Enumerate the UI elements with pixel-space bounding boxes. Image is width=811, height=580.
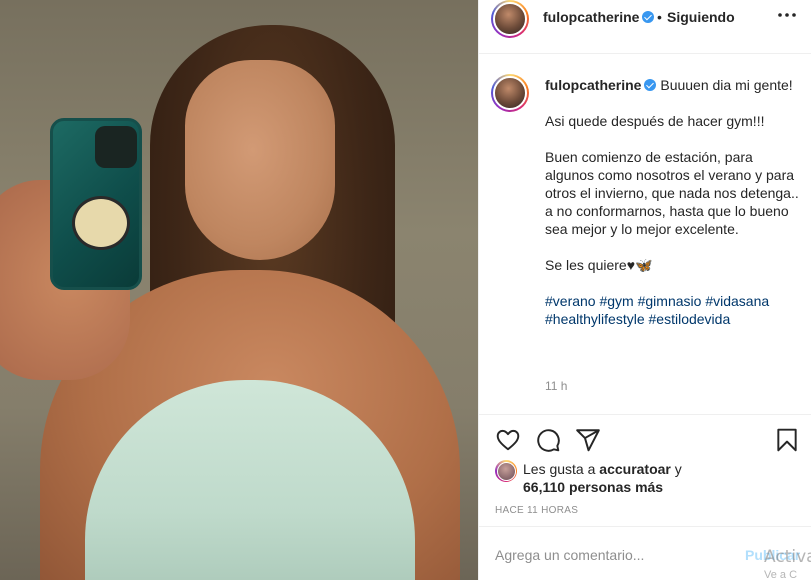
- post-time-ago[interactable]: HACE 11 HORAS: [495, 505, 578, 516]
- caption-timestamp[interactable]: 11 h: [545, 379, 567, 393]
- likes-count[interactable]: 66,110 personas más: [523, 479, 663, 495]
- verified-badge-icon: [644, 79, 657, 91]
- hashtag-link[interactable]: #gym: [599, 293, 633, 309]
- paper-plane-icon[interactable]: [575, 427, 601, 453]
- likes-line: Les gusta a accuratoar y: [523, 461, 682, 477]
- comment-form: Agrega un comentario... Publicar: [479, 526, 811, 580]
- avatar[interactable]: [491, 0, 529, 38]
- hashtag-link[interactable]: #verano: [545, 293, 596, 309]
- hashtag-list: #verano #gym #gimnasio #vidasana #health…: [545, 292, 803, 328]
- post-photo[interactable]: [0, 0, 478, 580]
- likes-prefix: Les gusta a: [523, 461, 596, 477]
- caption-line-2: Asi quede después de hacer gym!!!: [545, 113, 765, 129]
- hashtag-link[interactable]: #estilodevida: [649, 311, 731, 327]
- bookmark-icon[interactable]: [774, 427, 800, 453]
- caption-line-1: Buuuen dia mi gente!: [660, 77, 793, 93]
- heart-icon[interactable]: [495, 427, 521, 453]
- header-username[interactable]: fulopcatherine: [543, 9, 655, 25]
- liker-username[interactable]: accuratoar: [599, 461, 671, 477]
- hashtag-link[interactable]: #vidasana: [705, 293, 769, 309]
- windows-activation-watermark: Activa: [764, 547, 811, 567]
- photo-phone-grip: [72, 196, 130, 250]
- windows-activation-subtext: Ve a C: [764, 569, 798, 580]
- following-button[interactable]: Siguiendo: [667, 9, 735, 25]
- post-header: fulopcatherine • Siguiendo: [479, 0, 811, 54]
- likes-summary: Les gusta a accuratoar y 66,110 personas…: [479, 458, 811, 502]
- caption-username[interactable]: fulopcatherine: [545, 77, 657, 93]
- photo-phone-camera: [95, 126, 137, 168]
- caption-text: fulopcatherine Buuuen dia mi gente! Asi …: [545, 76, 803, 346]
- comment-input[interactable]: Agrega un comentario...: [495, 547, 644, 563]
- verified-badge-icon: [642, 11, 655, 23]
- caption-line-4: Se les quiere♥🦋: [545, 257, 653, 273]
- post-caption: fulopcatherine Buuuen dia mi gente! Asi …: [479, 54, 811, 414]
- post-side-panel: fulopcatherine • Siguiendo fulopcatherin…: [478, 0, 811, 580]
- hashtag-link[interactable]: #healthylifestyle: [545, 311, 645, 327]
- likes-conjunction: y: [674, 461, 682, 477]
- comment-bubble-icon[interactable]: [535, 427, 561, 453]
- hashtag-link[interactable]: #gimnasio: [638, 293, 702, 309]
- caption-avatar[interactable]: [491, 74, 529, 112]
- photo-face: [185, 60, 335, 260]
- liker-avatar[interactable]: [495, 460, 517, 482]
- more-options-icon[interactable]: [777, 5, 797, 25]
- caption-line-3: Buen comienzo de estación, para algunos …: [545, 149, 799, 237]
- header-separator: •: [657, 9, 662, 25]
